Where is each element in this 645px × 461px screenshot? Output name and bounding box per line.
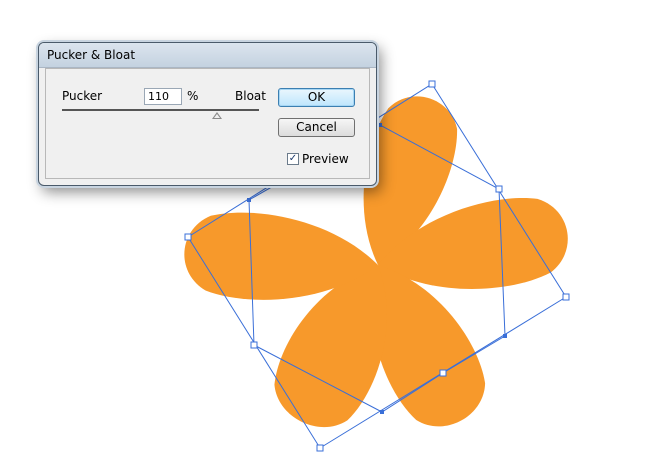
bounding-box-handle[interactable] <box>184 233 192 241</box>
dialog-client-area: Pucker % Bloat OK Cancel ✓ Preview <box>45 68 370 179</box>
bounding-box-handle[interactable] <box>316 444 324 452</box>
bounding-box-handle[interactable] <box>495 185 503 193</box>
pucker-label: Pucker <box>62 89 103 103</box>
anchor-point[interactable] <box>378 123 382 127</box>
anchor-point[interactable] <box>503 334 507 338</box>
slider-thumb[interactable] <box>212 112 222 119</box>
bounding-box-handle[interactable] <box>439 369 447 377</box>
ok-button[interactable]: OK <box>278 88 355 107</box>
pucker-bloat-slider[interactable] <box>62 109 259 111</box>
cancel-button[interactable]: Cancel <box>278 118 355 137</box>
bloat-label: Bloat <box>235 89 266 103</box>
anchor-point[interactable] <box>380 410 384 414</box>
checkmark-icon: ✓ <box>288 153 298 164</box>
bounding-box-handle[interactable] <box>250 341 258 349</box>
percent-unit-label: % <box>187 89 199 103</box>
bounding-box-handle[interactable] <box>562 293 570 301</box>
pucker-bloat-dialog: Pucker & Bloat Pucker % Bloat OK Cancel … <box>38 42 377 186</box>
dialog-title: Pucker & Bloat <box>47 48 136 62</box>
bounding-box-handle[interactable] <box>428 80 436 88</box>
preview-checkbox[interactable]: ✓ <box>287 153 299 165</box>
anchor-point[interactable] <box>247 198 251 202</box>
preview-label: Preview <box>302 152 349 166</box>
amount-input[interactable] <box>144 88 182 105</box>
dialog-titlebar[interactable]: Pucker & Bloat <box>39 43 376 68</box>
